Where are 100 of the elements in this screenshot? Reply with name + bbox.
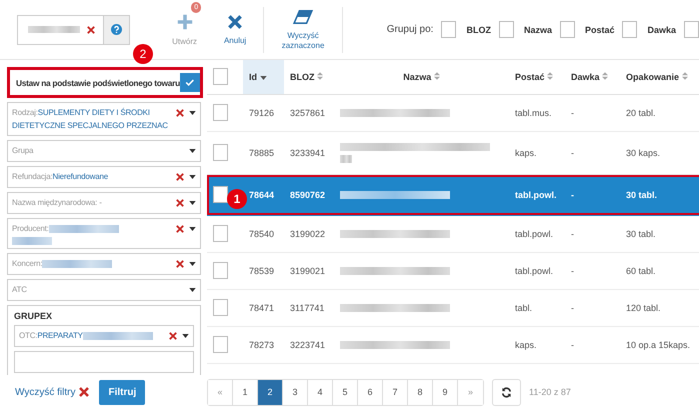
table-cell: kaps. <box>509 327 565 364</box>
question-icon <box>110 24 122 35</box>
row-checkbox[interactable] <box>213 298 228 316</box>
refresh-button[interactable] <box>492 378 521 406</box>
table-cell: 3199021 <box>284 253 334 290</box>
table-cell: tabl. <box>509 290 565 327</box>
checkbox-label: Nazwa <box>524 24 552 34</box>
refresh-icon <box>501 386 512 398</box>
table-cell: - <box>565 290 620 327</box>
caret-icon <box>189 149 196 153</box>
column-header[interactable]: Id <box>243 60 284 95</box>
table-cell: 10 op.a 15kaps. <box>620 327 699 364</box>
table-cell: 78540 <box>243 216 284 253</box>
column-header[interactable]: Nazwa <box>334 60 509 95</box>
table-cell: 8590762 <box>284 175 334 216</box>
table-cell: 30 tabl. <box>620 216 699 253</box>
table-cell: tabl.powl. <box>509 175 565 216</box>
clear-selection-button[interactable]: Wyczyść zaznaczone <box>278 8 328 50</box>
table-cell: 3257861 <box>284 95 334 132</box>
table-cell: 30 tabl. <box>620 175 699 216</box>
table-cell: 3223741 <box>284 327 334 364</box>
table-cell: 78273 <box>243 327 284 364</box>
table-cell: 60 tabl. <box>620 253 699 290</box>
caret-icon <box>189 227 196 231</box>
caret-icon <box>189 175 196 179</box>
table-cell: tabl.powl. <box>509 253 565 290</box>
checkbox[interactable] <box>622 21 638 38</box>
row-checkbox[interactable] <box>213 336 228 352</box>
clear-filters-link[interactable]: Wyczyść filtry <box>15 386 90 398</box>
checkbox[interactable] <box>684 21 699 38</box>
sort-icon <box>682 72 688 80</box>
help-button[interactable] <box>104 14 130 44</box>
table-cell: 20 tabl. <box>620 95 699 132</box>
row-checkbox[interactable] <box>213 224 228 242</box>
table-cell: tabl.powl. <box>509 216 565 253</box>
clear-icon[interactable] <box>176 109 184 117</box>
previous-page-button[interactable]: « <box>208 380 233 404</box>
caret-icon <box>189 201 196 205</box>
table-cell: 79126 <box>243 95 284 132</box>
page-button[interactable]: 2 <box>258 380 283 404</box>
table-cell: 120 tabl. <box>620 290 699 327</box>
filter-button[interactable]: Filtruj <box>99 380 146 404</box>
table-cell: - <box>565 175 620 216</box>
annotation-marker: 2 <box>133 44 153 64</box>
row-checkbox[interactable] <box>213 144 228 160</box>
checkbox-label: Postać <box>584 24 614 34</box>
table-cell: 3117741 <box>284 290 334 327</box>
column-header[interactable]: Postać <box>509 60 565 95</box>
checkbox[interactable] <box>498 21 514 38</box>
table-cell: - <box>565 253 620 290</box>
filter-dropdown[interactable]: Producent: <box>7 218 201 249</box>
caret-icon <box>182 334 189 338</box>
table-cell: - <box>565 327 620 364</box>
filter-dropdown[interactable]: OTC:PREPARATY <box>14 325 194 347</box>
group-by-label: Grupuj po: <box>386 24 434 35</box>
table-cell: - <box>565 216 620 253</box>
checkbox[interactable] <box>441 21 456 38</box>
row-checkbox[interactable] <box>213 104 228 120</box>
row-checkbox[interactable] <box>213 262 228 278</box>
sort-icon <box>434 72 440 80</box>
clear-icon[interactable] <box>169 332 177 340</box>
checkbox[interactable] <box>180 73 200 92</box>
filter-dropdown[interactable]: Rodzaj:SUPLEMENTY DIETY I ŚRODKI DIETETYCZNE SPECJALNEGO PRZEZNAC <box>7 102 201 136</box>
clear-icon[interactable] <box>176 199 184 207</box>
filter-dropdown[interactable]: ATC <box>7 279 201 301</box>
caret-icon <box>189 288 196 292</box>
close-icon <box>79 387 90 397</box>
section-title: GRUPEX <box>14 311 54 321</box>
clear-icon[interactable] <box>86 26 95 34</box>
clear-icon[interactable] <box>176 260 184 268</box>
filter-dropdown[interactable]: Refundacja:Nierefundowane <box>7 166 201 188</box>
select-all-checkbox[interactable] <box>213 68 228 84</box>
caret-icon <box>189 111 196 115</box>
close-icon <box>227 14 244 30</box>
sort-icon <box>547 72 554 80</box>
search-field[interactable] <box>17 14 104 44</box>
check-icon <box>184 77 196 88</box>
cancel-button[interactable]: Anuluj <box>220 14 250 46</box>
clear-icon[interactable] <box>176 173 184 181</box>
table-cell: 78471 <box>243 290 284 327</box>
checkbox[interactable] <box>560 21 575 38</box>
option-label: Ustaw na podstawie podświetlonego towaru <box>16 78 180 88</box>
plus-icon <box>176 12 194 30</box>
table-cell: - <box>565 95 620 132</box>
annotation-marker: 1 <box>227 189 247 209</box>
checkbox-label: BLOZ <box>466 24 491 34</box>
filter-dropdown[interactable]: Koncern: <box>7 253 201 275</box>
column-header[interactable]: BLOZ <box>284 60 334 95</box>
blurred-text <box>340 155 352 163</box>
sort-icon <box>602 72 608 80</box>
caret-icon <box>189 262 196 266</box>
clear-icon[interactable] <box>176 225 184 233</box>
column-header[interactable]: Dawka <box>565 60 620 95</box>
filter-dropdown[interactable] <box>14 351 194 373</box>
table-cell: 78539 <box>243 253 284 290</box>
filter-dropdown[interactable]: Grupa <box>7 140 201 162</box>
filter-dropdown[interactable]: Nazwa międzynarodowa: - <box>7 192 201 214</box>
row-checkbox[interactable] <box>213 186 228 202</box>
column-header[interactable]: Opakowanie <box>620 60 699 95</box>
eraser-icon <box>292 8 314 24</box>
